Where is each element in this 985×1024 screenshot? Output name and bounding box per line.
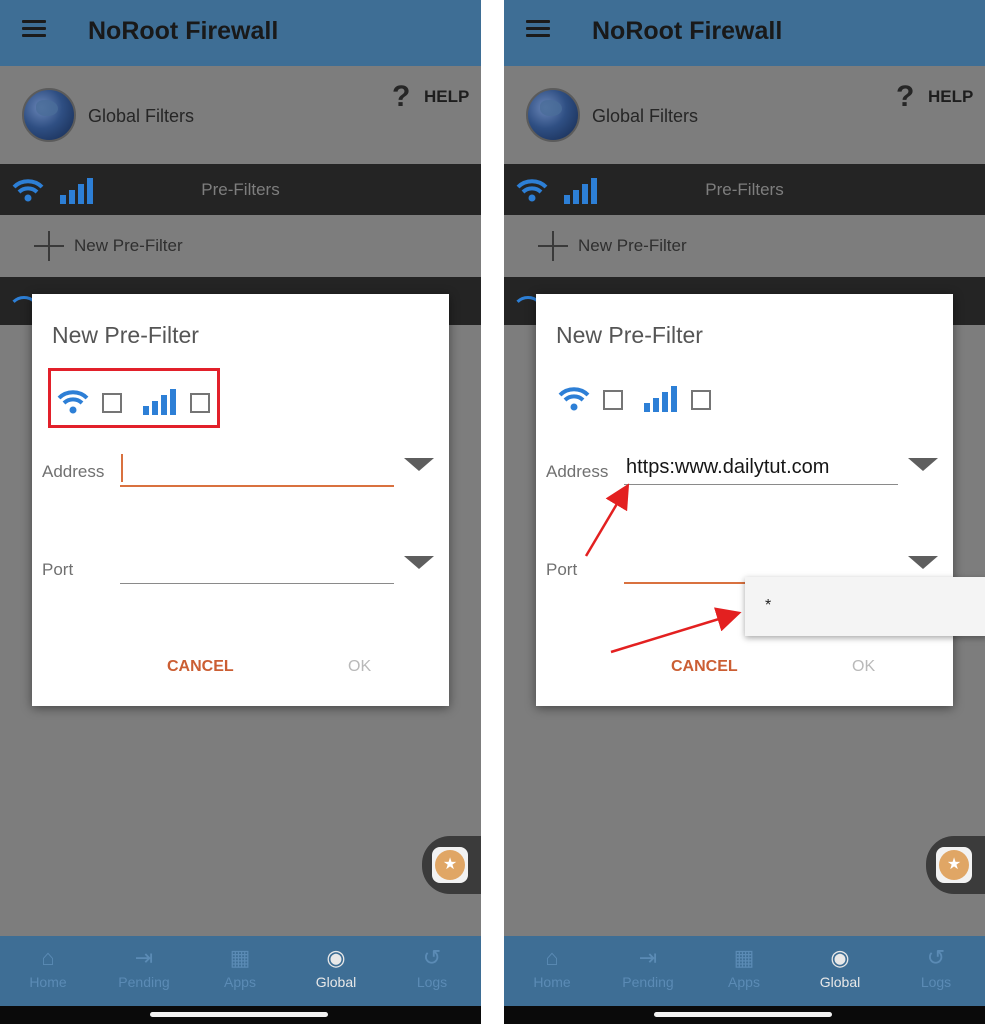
nav-label: Pending [622, 974, 674, 990]
menu-icon[interactable] [526, 20, 550, 38]
floating-accessibility-button[interactable]: ★ [926, 836, 985, 894]
pending-icon: ⇥ [134, 945, 154, 970]
address-label: Address [546, 462, 609, 481]
nav-item-logs[interactable]: ↺ Logs [384, 936, 480, 1006]
global-filters-row: Global Filters ? HELP [0, 66, 481, 164]
bottom-navigation: ⌂ Home ⇥ Pending ▦ Apps ◉ Global ↺ Logs [0, 936, 481, 1006]
network-type-selector [48, 368, 220, 428]
global-filters-label: Global Filters [88, 106, 195, 126]
left-screen: NoRoot Firewall Global Filters ? HELP Pr… [0, 0, 481, 1024]
new-prefilter-row[interactable]: New Pre-Filter [0, 215, 481, 277]
nav-item-global[interactable]: ◉ Global [792, 936, 888, 1006]
mobile-signal-icon [143, 389, 176, 415]
plus-icon[interactable] [34, 231, 64, 261]
app-bar: NoRoot Firewall [0, 0, 481, 66]
new-prefilter-row[interactable]: New Pre-Filter [504, 215, 985, 277]
help-button[interactable]: HELP [424, 87, 469, 107]
prefilters-bar: Pre-Filters [0, 164, 481, 215]
dialog-title: New Pre-Filter [556, 322, 703, 348]
floating-accessibility-button[interactable]: ★ [422, 836, 481, 894]
prefilters-label: Pre-Filters [201, 180, 280, 199]
app-bar: NoRoot Firewall [504, 0, 985, 66]
mobile-data-checkbox[interactable] [190, 393, 210, 413]
apps-icon: ▦ [733, 945, 755, 970]
nav-item-logs[interactable]: ↺ Logs [888, 936, 984, 1006]
globe-icon: ◉ [326, 945, 346, 970]
nav-label: Logs [416, 974, 448, 990]
nav-item-home[interactable]: ⌂ Home [0, 936, 96, 1006]
mobile-data-checkbox[interactable] [691, 390, 711, 410]
nav-item-apps[interactable]: ▦ Apps [696, 936, 792, 1006]
nav-item-pending[interactable]: ⇥ Pending [600, 936, 696, 1006]
address-dropdown-arrow-icon[interactable] [404, 458, 434, 471]
nav-label: Global [819, 974, 861, 990]
wifi-icon [57, 390, 89, 414]
address-input[interactable] [120, 453, 394, 487]
bottom-navigation: ⌂ Home ⇥ Pending ▦ Apps ◉ Global ↺ Logs [504, 936, 985, 1006]
port-label: Port [42, 560, 74, 579]
wifi-icon [558, 387, 590, 411]
nav-item-global[interactable]: ◉ Global [288, 936, 384, 1006]
address-dropdown-arrow-icon[interactable] [908, 458, 938, 471]
mobile-signal-icon [644, 386, 677, 412]
text-cursor [121, 454, 123, 482]
new-prefilter-label[interactable]: New Pre-Filter [74, 236, 183, 256]
port-input[interactable] [120, 550, 394, 584]
help-button[interactable]: HELP [928, 87, 973, 107]
global-filters-label: Global Filters [592, 106, 699, 126]
dialog-title: New Pre-Filter [52, 322, 199, 348]
port-dropdown-arrow-icon[interactable] [404, 556, 434, 569]
nav-label: Home [533, 974, 571, 990]
home-icon: ⌂ [41, 945, 55, 970]
annotation-arrows [584, 483, 742, 654]
cancel-button[interactable]: CANCEL [167, 658, 234, 676]
apps-icon: ▦ [229, 945, 251, 970]
suggestion-arrow [610, 607, 742, 654]
address-arrow [584, 483, 630, 557]
address-label: Address [42, 462, 105, 481]
globe-icon [22, 88, 76, 142]
ok-button[interactable]: OK [348, 658, 371, 676]
pending-icon: ⇥ [638, 945, 658, 970]
accessibility-icon: ★ [435, 850, 465, 880]
help-icon[interactable]: ? [392, 80, 410, 114]
nav-label: Home [29, 974, 67, 990]
nav-label: Pending [118, 974, 170, 990]
nav-label: Global [315, 974, 357, 990]
nav-item-pending[interactable]: ⇥ Pending [96, 936, 192, 1006]
network-type-selector [552, 368, 724, 428]
new-prefilter-dialog: New Pre-Filter Address Port CANCEL OK [32, 294, 449, 706]
nav-item-home[interactable]: ⌂ Home [504, 936, 600, 1006]
logs-icon: ↺ [926, 945, 946, 970]
global-filters-row: Global Filters ? HELP [504, 66, 985, 164]
nav-label: Logs [920, 974, 952, 990]
menu-icon[interactable] [22, 20, 46, 38]
nav-label: Apps [728, 974, 760, 990]
globe-icon: ◉ [830, 945, 850, 970]
plus-icon[interactable] [538, 231, 568, 261]
prefilters-label: Pre-Filters [705, 180, 784, 199]
globe-icon [526, 88, 580, 142]
app-title: NoRoot Firewall [592, 17, 783, 45]
nav-item-apps[interactable]: ▦ Apps [192, 936, 288, 1006]
help-icon[interactable]: ? [896, 80, 914, 114]
prefilters-bar: Pre-Filters [504, 164, 985, 215]
nav-label: Apps [224, 974, 256, 990]
home-indicator [504, 1006, 985, 1024]
logs-icon: ↺ [422, 945, 442, 970]
home-icon: ⌂ [545, 945, 559, 970]
home-indicator [0, 1006, 481, 1024]
app-title: NoRoot Firewall [88, 17, 279, 45]
wifi-checkbox[interactable] [603, 390, 623, 410]
new-prefilter-label[interactable]: New Pre-Filter [578, 236, 687, 256]
wifi-checkbox[interactable] [102, 393, 122, 413]
accessibility-icon: ★ [939, 850, 969, 880]
